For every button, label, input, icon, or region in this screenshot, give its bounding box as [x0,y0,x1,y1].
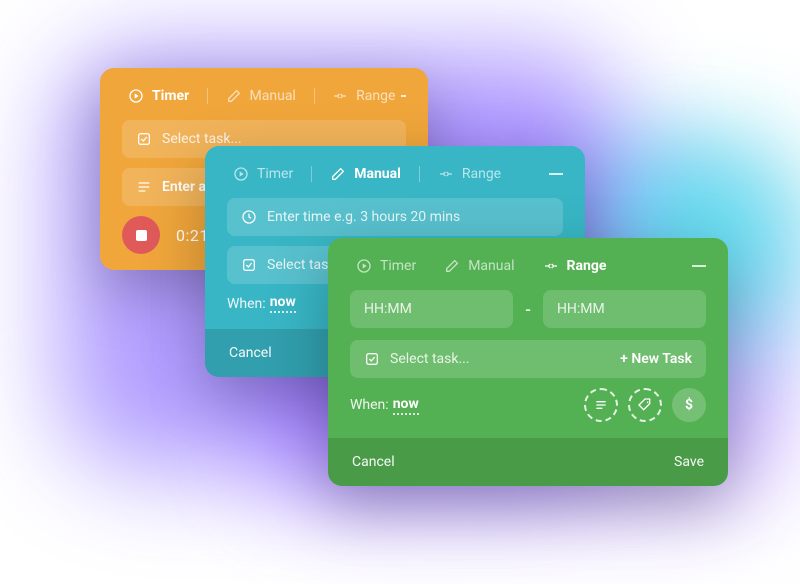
range-icon [438,166,454,182]
tab-label: Timer [257,166,293,182]
tab-timer[interactable]: Timer [227,164,299,184]
range-dash: - [525,300,531,319]
note-lines-icon [136,179,152,195]
range-icon [543,258,559,274]
when-value[interactable]: now [270,294,296,313]
start-time-field[interactable]: HH:MM [350,290,513,328]
tab-label: Timer [380,258,416,274]
divider [311,166,312,182]
when-value[interactable]: now [393,396,419,415]
new-task-button[interactable]: + New Task [620,351,692,367]
tab-manual[interactable]: Manual [438,256,520,276]
play-circle-icon [356,258,372,274]
card-footer: Cancel Save [328,438,728,486]
save-button[interactable]: Save [674,454,704,470]
billable-button[interactable]: $ [672,388,706,422]
range-card: Timer Manual Range HH:MM - HH:MM [328,238,728,486]
tab-label: Range [462,166,501,182]
note-lines-icon [593,397,609,413]
placeholder-text: Select task... [162,131,242,147]
tab-range[interactable]: Range [537,256,613,276]
placeholder-text: HH:MM [364,301,412,317]
tab-strip: Timer Manual Range [350,256,706,276]
when-row: When: now $ [350,388,706,422]
play-circle-icon [128,88,144,104]
tab-strip: Timer Manual Range [122,86,406,106]
dollar-icon: $ [685,397,693,413]
task-check-icon [136,131,152,147]
tab-timer[interactable]: Timer [122,86,195,106]
tab-label: Timer [152,88,189,104]
time-range-row: HH:MM - HH:MM [350,290,706,328]
minimize-button[interactable] [692,265,706,267]
stop-button[interactable] [122,216,160,254]
tab-timer[interactable]: Timer [350,256,422,276]
tab-label: Manual [354,166,401,182]
select-task-field[interactable]: Select task... + New Task [350,340,706,378]
cancel-button[interactable]: Cancel [352,454,395,470]
edit-icon [226,88,242,104]
placeholder-text: Enter time e.g. 3 hours 20 mins [267,209,460,225]
play-circle-icon [233,166,249,182]
minimize-button[interactable] [401,95,406,97]
tab-label: Manual [250,88,296,104]
when-label: When: [350,397,389,413]
tab-manual[interactable]: Manual [324,164,407,184]
time-entry-field[interactable]: Enter time e.g. 3 hours 20 mins [227,198,563,236]
tag-icon [637,397,653,413]
tag-button[interactable] [628,388,662,422]
minimize-button[interactable] [549,173,563,175]
tab-strip: Timer Manual Range [227,164,563,184]
cancel-button[interactable]: Cancel [229,345,272,361]
end-time-field[interactable]: HH:MM [543,290,706,328]
task-check-icon [364,351,380,367]
tab-manual[interactable]: Manual [220,86,302,106]
placeholder-text: Select task... [390,351,470,367]
tab-range[interactable]: Range [432,164,507,184]
edit-icon [330,166,346,182]
tab-label: Range [567,258,607,274]
tab-label: Manual [468,258,514,274]
task-check-icon [241,257,257,273]
divider [419,166,420,182]
placeholder-text: HH:MM [557,301,605,317]
stop-icon [136,230,147,241]
edit-icon [444,258,460,274]
note-button[interactable] [584,388,618,422]
clock-icon [241,209,257,225]
tab-label: Range [356,88,395,104]
range-icon [332,88,348,104]
tab-range[interactable]: Range [326,86,401,106]
when-label: When: [227,296,266,312]
